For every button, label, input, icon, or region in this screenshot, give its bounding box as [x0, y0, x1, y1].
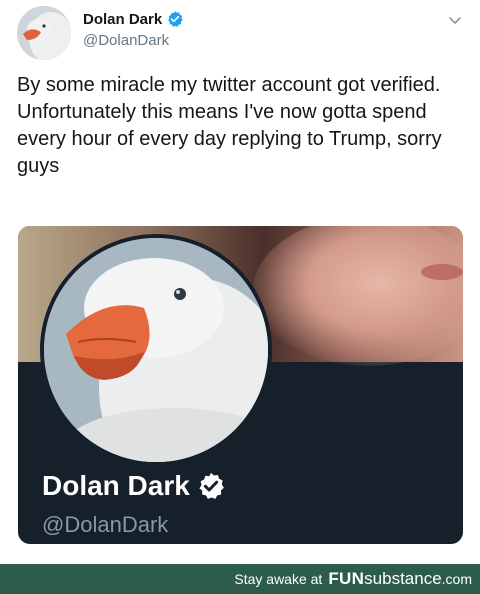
- banner-lips-shape: [421, 264, 463, 280]
- tweet-text: By some miracle my twitter account got v…: [17, 74, 442, 177]
- watermark-prefix: Stay awake at: [234, 571, 323, 587]
- author-avatar[interactable]: [17, 6, 71, 60]
- site-watermark-bar: Stay awake at FUNsubstance.com: [0, 564, 480, 594]
- author-name[interactable]: Dolan Dark: [83, 11, 162, 28]
- banner-face-shape: [253, 226, 463, 366]
- watermark-brand-regular: substance: [364, 569, 442, 588]
- media-card[interactable]: Dolan Dark @DolanDark: [18, 226, 463, 544]
- card-profile-handle: @DolanDark: [42, 512, 169, 537]
- verified-badge-icon: [166, 10, 184, 28]
- author-handle[interactable]: @DolanDark: [83, 32, 169, 49]
- card-name-row: Dolan Dark: [42, 470, 226, 502]
- watermark-tld: .com: [441, 571, 472, 587]
- watermark-brand-bold: FUN: [328, 569, 365, 588]
- profile-avatar-large: [40, 234, 272, 466]
- goose-large-image: [44, 238, 268, 462]
- card-profile-name: Dolan Dark: [42, 470, 190, 501]
- verified-badge-icon: [196, 471, 226, 501]
- goose-avatar-image: [17, 6, 71, 60]
- author-name-row: Dolan Dark: [83, 10, 184, 28]
- watermark-logo[interactable]: FUNsubstance.com: [328, 569, 472, 589]
- chevron-down-icon[interactable]: [447, 12, 463, 28]
